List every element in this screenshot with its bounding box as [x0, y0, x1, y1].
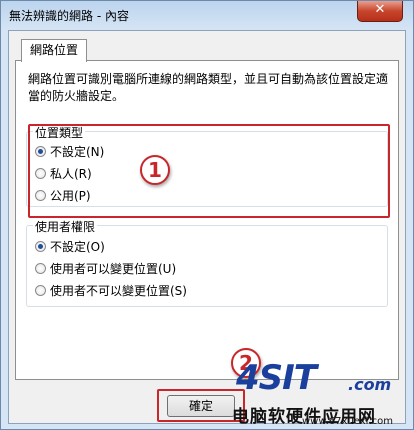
watermark-logo: 4SIT: [236, 358, 317, 398]
close-icon: ✕: [374, 2, 386, 17]
window-title: 無法辨識的網路 - 內容: [9, 9, 129, 23]
radio-button[interactable]: [35, 262, 46, 274]
radio-perm-not-configured[interactable]: 不設定(O): [35, 237, 105, 255]
user-permissions-group: 使用者權限 不設定(O) 使用者可以變更位置(U) 使用者不可以變更位置(S): [26, 218, 388, 307]
watermark-domain: .com: [348, 375, 392, 394]
watermark-url: www.67xuexi.com: [302, 416, 393, 427]
description-text: 網路位置可識別電腦所連線的網路類型，並且可自動為該位置設定適當的防火牆設定。: [28, 72, 389, 103]
user-permissions-title: 使用者權限: [33, 218, 98, 235]
radio-user-cannot-change[interactable]: 使用者不可以變更位置(S): [35, 281, 187, 299]
radio-label: 使用者不可以變更位置(S): [50, 283, 187, 298]
radio-user-can-change[interactable]: 使用者可以變更位置(U): [35, 259, 176, 277]
highlight-frame-location-type: [28, 124, 390, 218]
close-button[interactable]: ✕: [357, 1, 403, 22]
tab-network-location[interactable]: 網路位置: [21, 39, 88, 62]
radio-button[interactable]: [35, 284, 46, 296]
radio-button-selected[interactable]: [35, 240, 46, 252]
watermark: 4SIT .com 电脑软硬件应用网 www.67xuexi.com: [228, 350, 414, 430]
ok-button[interactable]: 確定: [167, 395, 235, 417]
radio-label: 不設定(O): [50, 239, 105, 254]
tab-panel: 網路位置可識別電腦所連線的網路類型，並且可自動為該位置設定適當的防火牆設定。 位…: [15, 60, 399, 380]
title-bar[interactable]: 無法辨識的網路 - 內容 ✕: [1, 1, 413, 29]
callout-1: 1: [140, 155, 170, 185]
radio-label: 使用者可以變更位置(U): [50, 261, 177, 276]
